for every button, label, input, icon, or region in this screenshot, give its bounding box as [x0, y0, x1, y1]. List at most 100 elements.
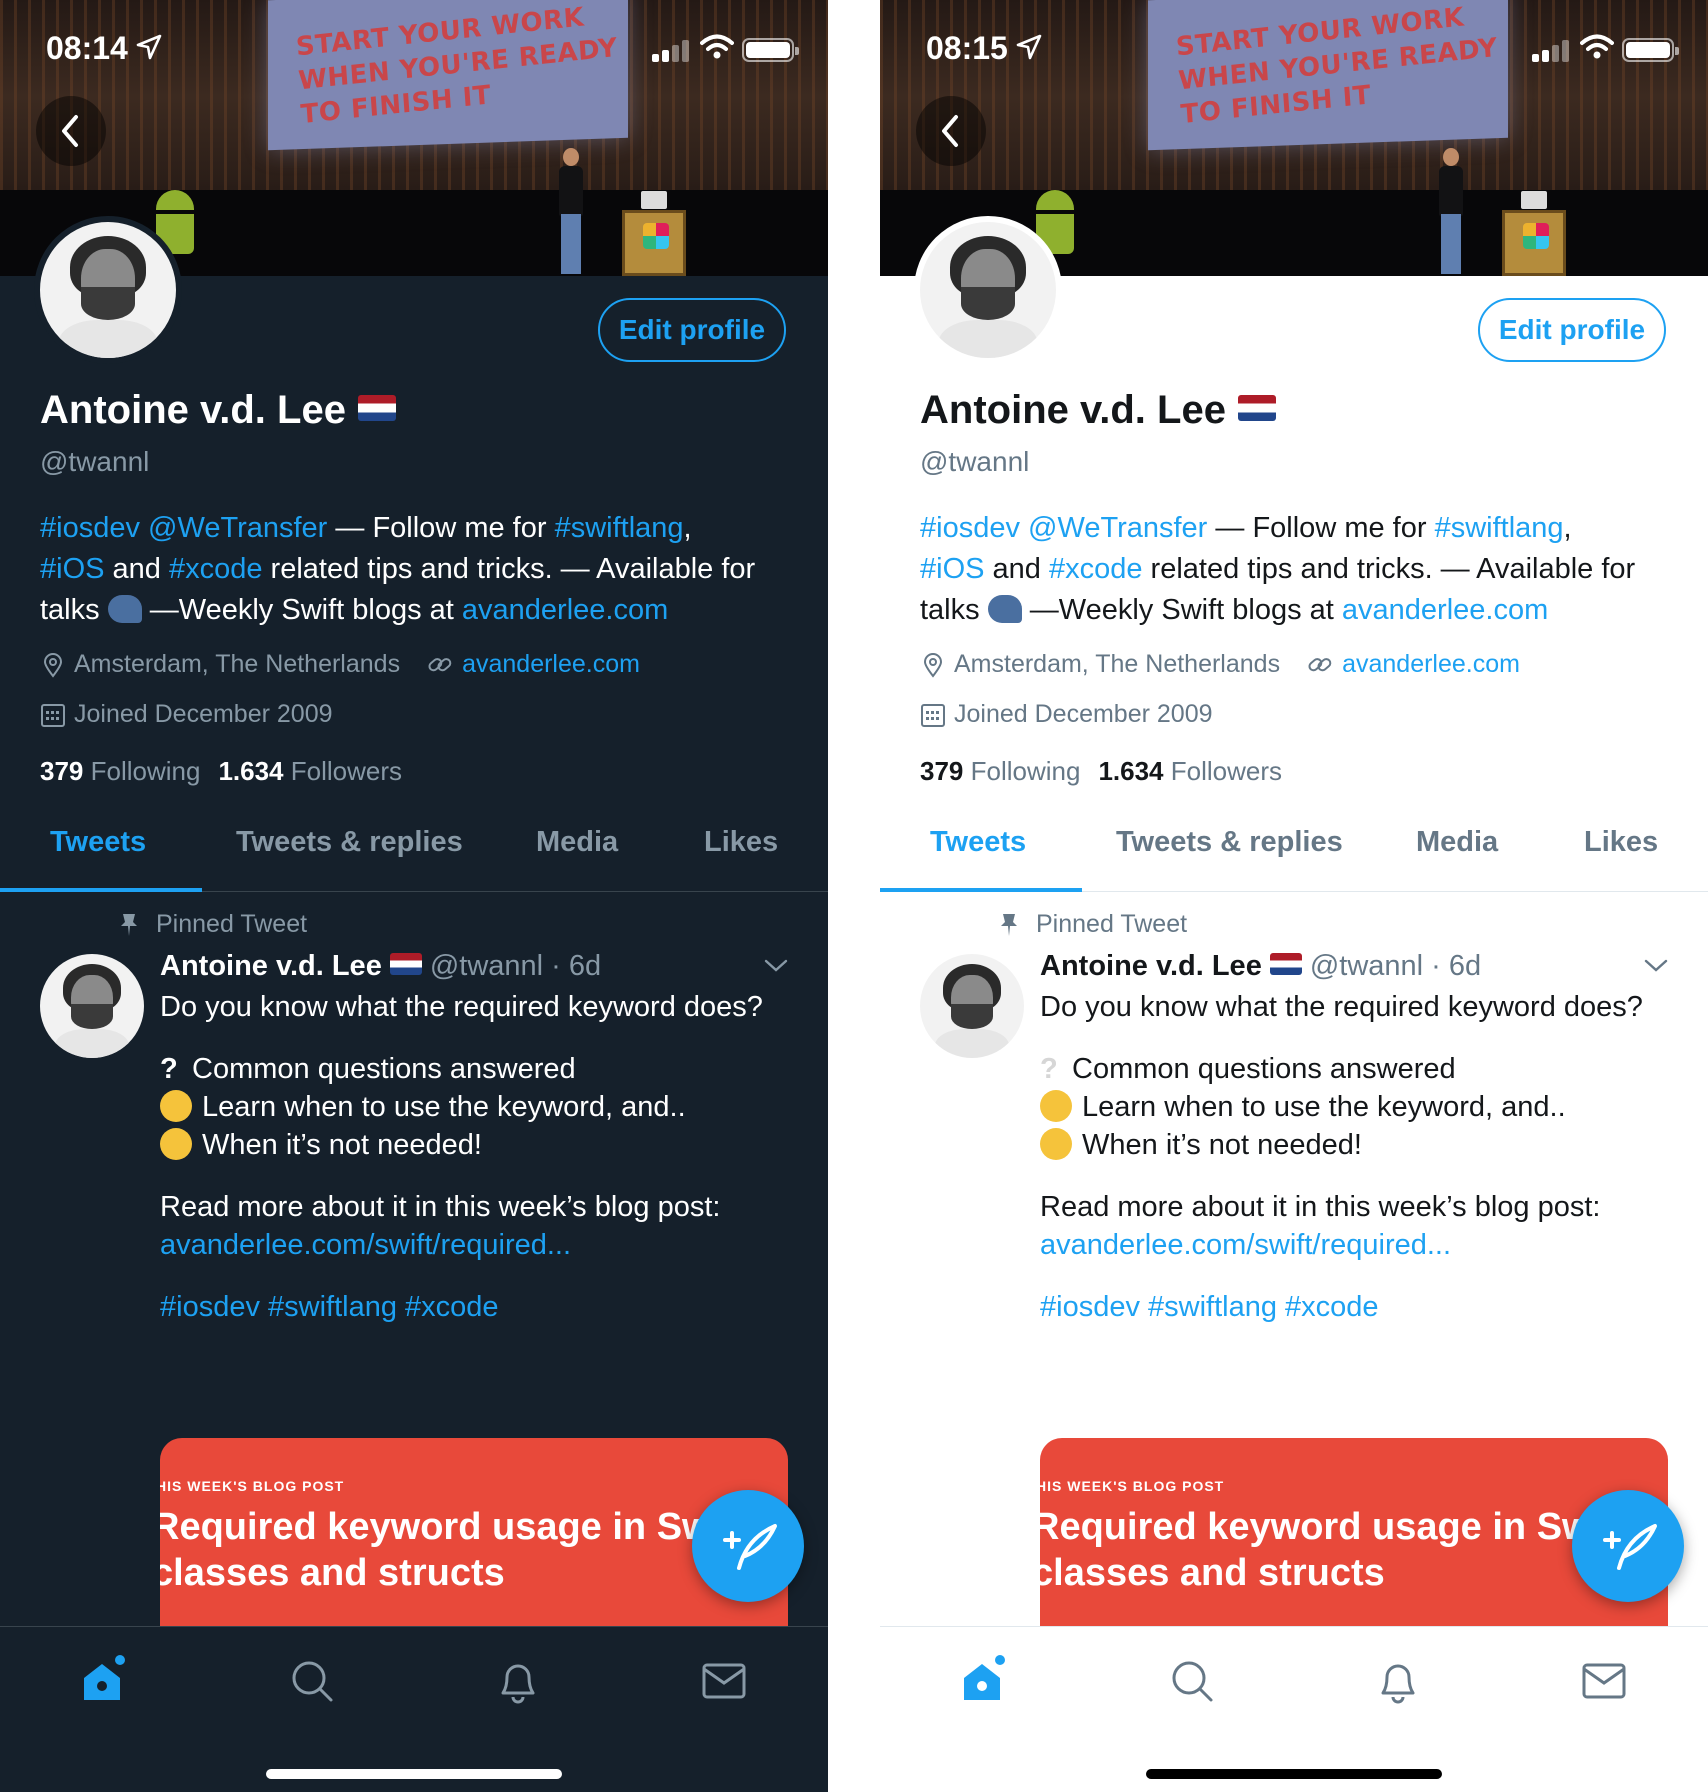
location-pin-icon [923, 652, 943, 678]
profile-name: Antoine v.d. Lee [920, 388, 1276, 433]
nav-notifications[interactable] [488, 1651, 548, 1711]
pin-icon [1001, 913, 1017, 936]
cellular-signal-icon [1532, 40, 1572, 62]
card-kicker: HIS WEEK'S BLOG POST [160, 1478, 345, 1494]
profile-location: Amsterdam, The Netherlands [954, 650, 1281, 678]
bio-hashtag-swiftlang[interactable]: #swiftlang [555, 512, 684, 544]
bio-hashtag-xcode[interactable]: #xcode [169, 553, 263, 585]
tweet-hashtags[interactable]: #iosdev #swiftlang #xcode [160, 1288, 780, 1326]
nav-home[interactable] [74, 1651, 134, 1711]
grinning-face-emoji [1040, 1128, 1072, 1160]
home-icon [84, 1655, 125, 1700]
speaker-figure [1438, 148, 1464, 276]
chevron-down-icon[interactable] [1642, 956, 1670, 976]
bio-website-link[interactable]: avanderlee.com [1342, 594, 1548, 626]
light-mode-screen: START YOUR WORK WHEN YOU'RE READY TO FIN… [880, 0, 1708, 1792]
back-button[interactable] [916, 96, 986, 166]
link-icon [428, 657, 452, 671]
bio-hashtag-ios[interactable]: #iOS [40, 553, 104, 585]
profile-handle: @twannl [40, 446, 150, 477]
profile-avatar[interactable] [34, 216, 182, 364]
bio-hashtag-iosdev[interactable]: #iosdev [40, 512, 140, 544]
tab-tweets[interactable]: Tweets [50, 826, 146, 859]
profile-tabs: Tweets Tweets & replies Media Likes [880, 800, 1708, 892]
bio-mention-wetransfer[interactable]: @WeTransfer [148, 512, 327, 544]
calendar-icon [41, 703, 65, 727]
netherlands-flag-icon [357, 395, 396, 421]
profile-website-link[interactable]: avanderlee.com [1342, 650, 1520, 679]
bio-mention-wetransfer[interactable]: @WeTransfer [1028, 512, 1207, 544]
following-count-link[interactable]: 379 Following [40, 756, 200, 786]
profile-joined-row: Joined December 2009 [40, 700, 333, 729]
search-icon [1172, 1661, 1213, 1702]
followers-count-link[interactable]: 1.634 Followers [218, 756, 402, 786]
nerd-face-emoji [160, 1090, 192, 1122]
profile-avatar[interactable] [914, 216, 1062, 364]
edit-profile-button[interactable]: Edit profile [598, 298, 786, 362]
back-button[interactable] [36, 96, 106, 166]
active-tab-indicator [0, 888, 202, 892]
compose-tweet-button[interactable] [692, 1490, 804, 1602]
netherlands-flag-icon [389, 953, 422, 975]
nav-messages[interactable] [1574, 1651, 1634, 1711]
nav-search[interactable] [282, 1651, 342, 1711]
tweet-blog-link[interactable]: avanderlee.com/swift/required... [160, 1226, 780, 1264]
tweet-hashtags[interactable]: #iosdev #swiftlang #xcode [1040, 1288, 1660, 1326]
calendar-icon [921, 703, 945, 727]
chevron-left-icon [62, 115, 78, 147]
tweet-text: Do you know what the required keyword do… [160, 988, 780, 1326]
profile-joined-date: Joined December 2009 [74, 700, 333, 728]
following-count-link[interactable]: 379 Following [920, 756, 1080, 786]
tweet-author-avatar[interactable] [920, 954, 1024, 1058]
bio-website-link[interactable]: avanderlee.com [462, 594, 668, 626]
dark-mode-screen: START YOUR WORK WHEN YOU'RE READY TO FIN… [0, 0, 828, 1792]
status-time: 08:15 [926, 30, 1008, 66]
nav-messages[interactable] [694, 1651, 754, 1711]
tab-media[interactable]: Media [1416, 826, 1498, 859]
compose-tweet-button[interactable] [1572, 1490, 1684, 1602]
profile-website-link[interactable]: avanderlee.com [462, 650, 640, 679]
location-arrow-icon [1016, 34, 1042, 60]
speaker-figure [558, 148, 584, 276]
search-icon [292, 1661, 333, 1702]
tweet-blog-link[interactable]: avanderlee.com/swift/required... [1040, 1226, 1660, 1264]
profile-joined-row: Joined December 2009 [920, 700, 1213, 729]
bio-hashtag-swiftlang[interactable]: #swiftlang [1435, 512, 1564, 544]
profile-bio: #iosdev @WeTransfer — Follow me for #swi… [920, 512, 1636, 626]
profile-tabs: Tweets Tweets & replies Media Likes [0, 800, 828, 892]
home-indicator[interactable] [266, 1769, 562, 1779]
tab-likes[interactable]: Likes [704, 826, 778, 859]
nav-home[interactable] [954, 1651, 1014, 1711]
profile-location: Amsterdam, The Netherlands [74, 650, 401, 678]
mail-icon [702, 1663, 746, 1699]
tab-likes[interactable]: Likes [1584, 826, 1658, 859]
tweet-handle-time: @twannl · 6d [429, 950, 602, 982]
question-mark-emoji: ? [160, 1053, 178, 1085]
bio-hashtag-iosdev[interactable]: #iosdev [920, 512, 1020, 544]
edit-profile-button[interactable]: Edit profile [1478, 298, 1666, 362]
bio-hashtag-ios[interactable]: #iOS [920, 553, 984, 585]
tweet-author-name[interactable]: Antoine v.d. Lee [160, 950, 382, 982]
nav-search[interactable] [1162, 1651, 1222, 1711]
tab-media[interactable]: Media [536, 826, 618, 859]
chevron-down-icon[interactable] [762, 956, 790, 976]
tweet-text: Do you know what the required keyword do… [1040, 988, 1660, 1326]
status-bar: 08:15 [880, 0, 1708, 100]
wifi-icon [700, 34, 734, 59]
tweet-author-avatar[interactable] [40, 954, 144, 1058]
nav-notifications[interactable] [1368, 1651, 1428, 1711]
profile-handle: @twannl [920, 446, 1030, 477]
tab-tweets-replies[interactable]: Tweets & replies [236, 826, 463, 859]
bottom-tab-bar [880, 1626, 1708, 1792]
tab-tweets-replies[interactable]: Tweets & replies [1116, 826, 1343, 859]
follow-counts: 379 Following 1.634 Followers [40, 756, 402, 787]
tab-tweets[interactable]: Tweets [930, 826, 1026, 859]
chevron-left-icon [942, 115, 958, 147]
netherlands-flag-icon [1237, 395, 1276, 421]
bio-hashtag-xcode[interactable]: #xcode [1049, 553, 1143, 585]
mail-icon [1582, 1663, 1626, 1699]
home-indicator[interactable] [1146, 1769, 1442, 1779]
tweet-author-name[interactable]: Antoine v.d. Lee [1040, 950, 1262, 982]
profile-joined-date: Joined December 2009 [954, 700, 1213, 728]
followers-count-link[interactable]: 1.634 Followers [1098, 756, 1282, 786]
